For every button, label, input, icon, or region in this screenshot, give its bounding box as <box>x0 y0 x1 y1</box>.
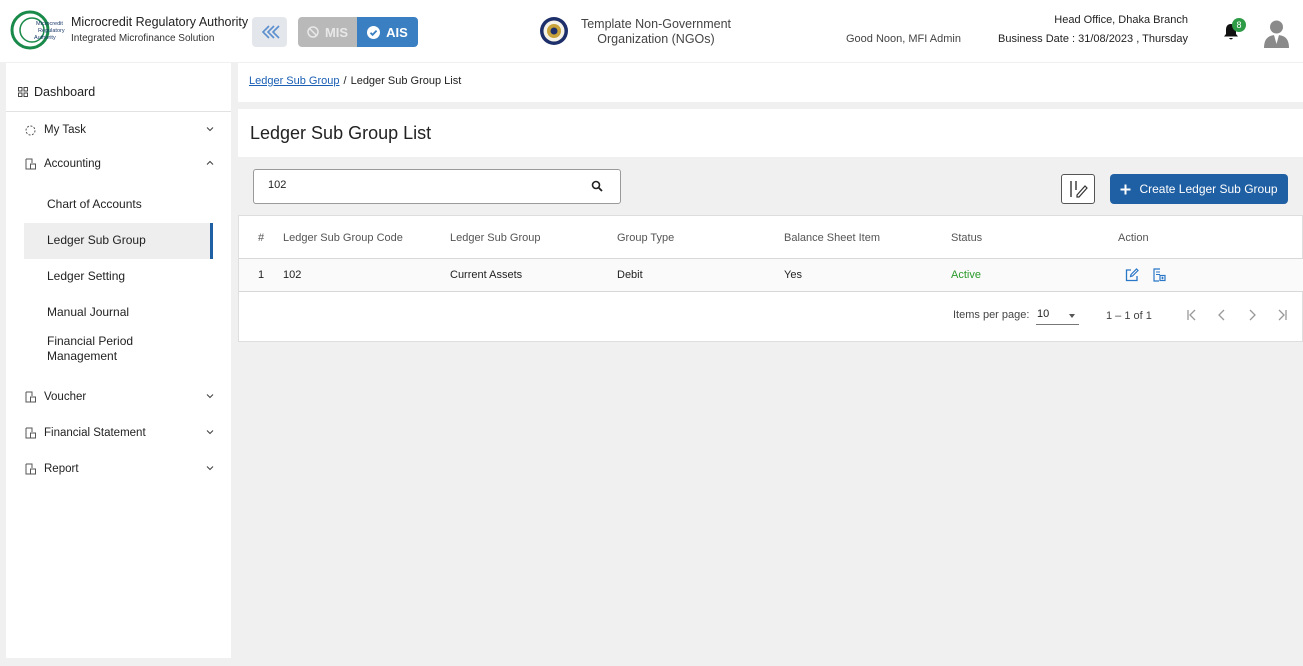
first-page-icon[interactable] <box>1184 307 1200 323</box>
items-per-page-value: 10 <box>1037 308 1050 320</box>
column-edit-icon <box>1070 181 1088 198</box>
create-button-label: Create Ledger Sub Group <box>1139 182 1278 196</box>
cell-balance-sheet-item: Yes <box>784 269 802 281</box>
plus-icon <box>1120 184 1131 194</box>
collapse-sidebar-button[interactable] <box>252 17 287 47</box>
org-subtitle: Integrated Microfinance Solution <box>71 33 215 44</box>
items-per-page-select[interactable]: 10 <box>1036 305 1079 325</box>
next-page-icon[interactable] <box>1244 307 1260 323</box>
svg-text:Authority: Authority <box>34 35 56 41</box>
spinner-icon <box>25 125 35 135</box>
accounting-label: Accounting <box>44 158 101 170</box>
my-task-label: My Task <box>44 124 86 136</box>
document-icon <box>25 391 36 403</box>
cell-group-type: Debit <box>617 269 643 281</box>
table-header: # Ledger Sub Group Code Ledger Sub Group… <box>239 216 1303 259</box>
organization-name: Template Non-Government Organization (NG… <box>576 17 736 47</box>
dashboard-label: Dashboard <box>34 85 96 99</box>
header-action: Action <box>1118 232 1149 244</box>
breadcrumb-link-ledger-sub-group[interactable]: Ledger Sub Group <box>249 75 340 87</box>
chevron-down-icon <box>206 466 214 471</box>
header-status[interactable]: Status <box>951 232 982 244</box>
top-header: Microcredit Regulatory Authority Microcr… <box>0 0 1303 62</box>
divider <box>6 111 231 112</box>
sidebar-item-report[interactable]: Report <box>23 459 223 479</box>
items-per-page-label: Items per page: <box>953 309 1030 321</box>
cell-index: 1 <box>258 269 265 281</box>
svg-text:Microcredit: Microcredit <box>36 21 63 27</box>
notification-badge: 8 <box>1232 18 1246 32</box>
financial-statement-label: Financial Statement <box>44 427 146 439</box>
chevron-down-icon <box>206 394 214 399</box>
sidebar-item-manual-journal[interactable]: Manual Journal <box>47 305 129 320</box>
page-title-bar: Ledger Sub Group List <box>238 109 1303 157</box>
page-range: 1 – 1 of 1 <box>1106 310 1152 322</box>
org-name-line2: Organization (NGOs) <box>597 32 715 46</box>
document-icon <box>25 158 36 170</box>
document-view-icon[interactable] <box>1152 268 1166 282</box>
search-field <box>253 169 621 204</box>
table-row: 1 102 Current Assets Debit Yes Active <box>239 259 1303 292</box>
sidebar: Dashboard My Task Accounting Chart of Ac… <box>6 63 231 658</box>
sidebar-item-accounting[interactable]: Accounting <box>23 154 223 174</box>
status-badge: Active <box>951 269 981 281</box>
mis-mode-button[interactable]: MIS <box>298 17 357 47</box>
last-page-icon[interactable] <box>1274 307 1290 323</box>
module-switch: MIS AIS <box>298 17 418 47</box>
user-greeting: Good Noon, MFI Admin <box>846 33 961 45</box>
cell-sub-group: Current Assets <box>450 269 523 281</box>
org-name-line1: Template Non-Government <box>580 17 732 31</box>
double-chevron-left-icon <box>261 25 280 39</box>
sidebar-item-financial-statement[interactable]: Financial Statement <box>23 423 223 443</box>
header-index: # <box>258 232 265 244</box>
sidebar-item-dashboard[interactable]: Dashboard <box>18 85 95 99</box>
grid-icon <box>18 87 28 97</box>
breadcrumb-current: Ledger Sub Group List <box>350 75 462 87</box>
government-seal-icon <box>540 17 568 45</box>
mis-label: MIS <box>324 24 349 40</box>
column-settings-button[interactable] <box>1061 174 1095 204</box>
org-title: Microcredit Regulatory Authority <box>71 15 249 29</box>
svg-text:Regulatory: Regulatory <box>38 28 65 34</box>
cell-code: 102 <box>283 269 302 281</box>
document-icon <box>25 427 36 439</box>
branch-name: Head Office, Dhaka Branch <box>1054 14 1188 26</box>
chevron-down-icon <box>206 430 214 435</box>
financial-period-line1: Financial Period <box>47 334 134 348</box>
paginator: Items per page: 10 1 – 1 of 1 <box>239 292 1303 342</box>
user-avatar-icon[interactable] <box>1263 18 1290 48</box>
chevron-down-icon <box>206 127 214 132</box>
sidebar-item-ledger-setting[interactable]: Ledger Setting <box>47 269 125 284</box>
report-label: Report <box>44 463 79 475</box>
disabled-icon <box>307 26 319 38</box>
check-circle-icon <box>367 25 381 39</box>
dropdown-arrow-icon <box>1069 314 1075 318</box>
header-balance-sheet-item[interactable]: Balance Sheet Item <box>784 232 880 244</box>
voucher-label: Voucher <box>44 391 87 403</box>
ais-mode-button[interactable]: AIS <box>357 17 418 47</box>
header-code[interactable]: Ledger Sub Group Code <box>283 232 403 244</box>
breadcrumb: Ledger Sub Group / Ledger Sub Group List <box>238 63 1303 102</box>
sidebar-item-my-task[interactable]: My Task <box>23 120 223 140</box>
create-ledger-sub-group-button[interactable]: Create Ledger Sub Group <box>1110 174 1288 204</box>
financial-period-line2: Management <box>47 349 118 363</box>
mra-logo: Microcredit Regulatory Authority <box>10 10 65 50</box>
chevron-up-icon <box>206 160 214 165</box>
business-date: Business Date : 31/08/2023 , Thursday <box>998 33 1188 45</box>
ais-label: AIS <box>386 24 408 40</box>
edit-icon[interactable] <box>1125 268 1139 282</box>
header-sub-group[interactable]: Ledger Sub Group <box>450 232 541 244</box>
sidebar-item-ledger-sub-group[interactable]: Ledger Sub Group <box>47 233 146 248</box>
ledger-sub-group-table: # Ledger Sub Group Code Ledger Sub Group… <box>238 215 1303 342</box>
previous-page-icon[interactable] <box>1214 307 1230 323</box>
page-title: Ledger Sub Group List <box>250 123 432 143</box>
search-input[interactable] <box>268 179 568 191</box>
sidebar-item-financial-period-management[interactable]: Financial Period Management <box>47 334 133 364</box>
breadcrumb-separator: / <box>343 75 347 87</box>
sidebar-item-voucher[interactable]: Voucher <box>23 387 223 407</box>
document-icon <box>25 463 36 475</box>
search-icon[interactable] <box>591 180 604 193</box>
sidebar-item-chart-of-accounts[interactable]: Chart of Accounts <box>47 197 142 212</box>
header-group-type[interactable]: Group Type <box>617 232 674 244</box>
